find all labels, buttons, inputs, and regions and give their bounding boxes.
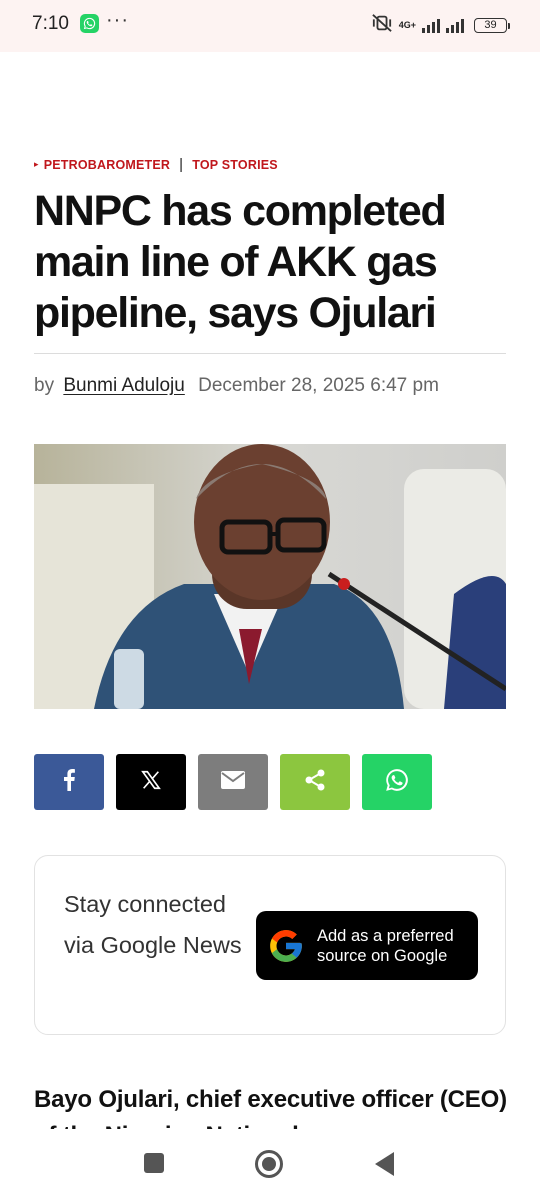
x-share-button[interactable] (116, 754, 186, 810)
signal-icon (422, 18, 440, 33)
whatsapp-icon (384, 767, 410, 798)
byline-prefix: by (34, 375, 55, 396)
article-title: NNPC has completed main line of AKK gas … (34, 187, 447, 337)
author-link[interactable]: Bunmi Aduloju (63, 375, 184, 396)
category-links: ▸ PETROBAROMETER | TOP STORIES (34, 156, 278, 173)
mute-vibrate-icon (371, 13, 393, 38)
category-link-top-stories[interactable]: TOP STORIES (192, 158, 278, 172)
back-button[interactable] (375, 1152, 394, 1176)
status-time: 7:10 (32, 13, 69, 34)
home-button[interactable] (255, 1150, 283, 1178)
google-news-text: Stay connected via Google News (64, 891, 242, 958)
article-hero-image (34, 444, 506, 709)
publish-date: December 28, 2025 6:47 pm (198, 375, 439, 396)
share-icon (303, 768, 327, 797)
divider (34, 353, 506, 354)
google-news-card: Stay connected via Google News Add as a … (34, 855, 506, 1035)
triangle-icon: ▸ (34, 159, 39, 169)
more-notifications-indicator: ··· (106, 9, 129, 31)
add-preferred-source-button[interactable]: Add as a preferred source on Google (256, 911, 478, 980)
x-icon (140, 769, 162, 796)
facebook-icon (62, 768, 76, 796)
facebook-share-button[interactable] (34, 754, 104, 810)
category-link-petrobarometer[interactable]: PETROBAROMETER (44, 158, 170, 172)
email-icon (220, 770, 246, 795)
whatsapp-share-button[interactable] (362, 754, 432, 810)
navigation-bar (0, 1129, 540, 1199)
share-button[interactable] (280, 754, 350, 810)
category-separator: | (179, 156, 184, 173)
share-bar (34, 754, 432, 810)
battery-level: 39 (474, 18, 507, 33)
network-type: 4G+ (398, 20, 416, 30)
status-bar: 7:10 ··· 4G+ 39 (0, 0, 540, 52)
whatsapp-notification-icon (80, 14, 99, 33)
email-share-button[interactable] (198, 754, 268, 810)
recent-apps-button[interactable] (144, 1153, 164, 1173)
battery-icon: 39 (474, 18, 510, 33)
add-preferred-source-label: Add as a preferred source on Google (317, 927, 454, 965)
byline: by Bunmi Aduloju December 28, 2025 6:47 … (34, 375, 439, 397)
signal-icon-2 (446, 18, 464, 33)
google-g-icon (267, 927, 305, 970)
